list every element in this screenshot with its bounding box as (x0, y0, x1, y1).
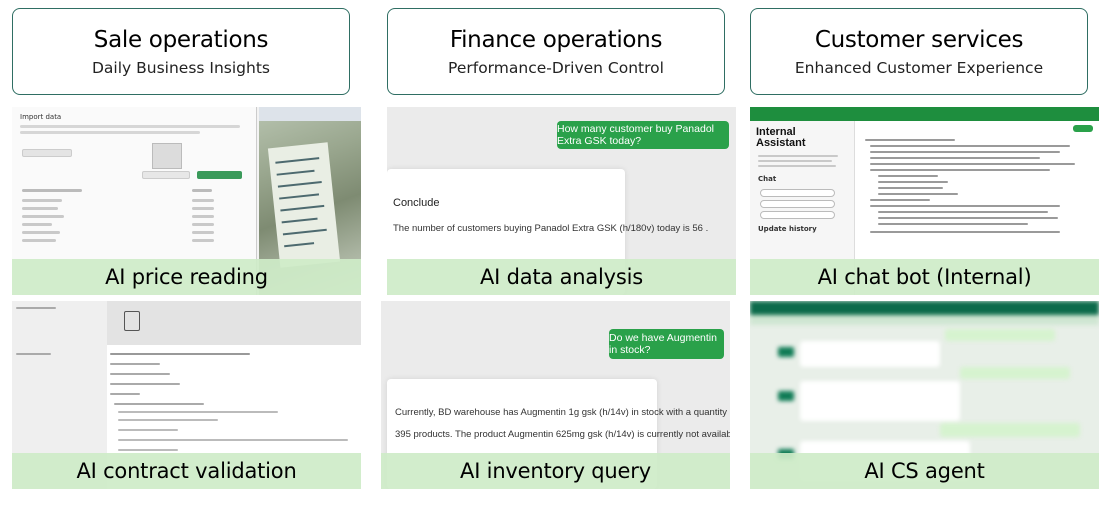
tile-caption: AI contract validation (12, 453, 361, 489)
new-chat-pill (760, 189, 835, 197)
header-customer-services: Customer services Enhanced Customer Expe… (750, 8, 1088, 95)
upload-row (107, 301, 361, 345)
chat-history-pill (760, 200, 835, 208)
header-button (1073, 125, 1093, 132)
header-subtitle: Daily Business Insights (91, 58, 270, 77)
header-subtitle: Enhanced Customer Experience (794, 58, 1044, 77)
tile-caption: AI price reading (12, 259, 361, 295)
tile-caption: AI data analysis (387, 259, 736, 295)
search-pill (760, 211, 835, 219)
handwritten-paper (267, 142, 341, 268)
tile-ai-data-analysis[interactable]: How many customer buy Panadol Extra GSK … (387, 107, 736, 295)
header-subtitle: Performance-Driven Control (448, 58, 664, 77)
tile-caption: AI chat bot (Internal) (750, 259, 1099, 295)
tile-caption: AI inventory query (381, 453, 730, 489)
tile-ai-chat-bot-internal[interactable]: Internal Assistant Chat Update history A… (750, 107, 1099, 295)
chat-label: Chat (758, 175, 777, 183)
browser-bar (750, 107, 1099, 121)
header-title: Finance operations (449, 26, 663, 53)
screen-title: Import data (20, 113, 62, 121)
tile-ai-inventory-query[interactable]: Do we have Augmentin in stock? Currently… (381, 301, 730, 489)
update-history-label: Update history (758, 225, 817, 233)
answer-text: The number of customers buying Panadol E… (393, 223, 709, 234)
answer-heading: Conclude (393, 197, 440, 209)
photo-viewer-titlebar (259, 107, 361, 121)
header-title: Sale operations (93, 26, 269, 53)
tile-caption: AI CS agent (750, 453, 1099, 489)
tile-ai-cs-agent[interactable]: AI CS agent (750, 301, 1099, 489)
answer-line-2: 395 products. The product Augmentin 625m… (395, 429, 730, 440)
tile-ai-contract-validation[interactable]: AI contract validation (12, 301, 361, 489)
header-sale-operations: Sale operations Daily Business Insights (12, 8, 350, 95)
user-question-bubble: Do we have Augmentin in stock? (609, 329, 724, 359)
import-button (197, 171, 242, 179)
header-finance-operations: Finance operations Performance-Driven Co… (387, 8, 725, 95)
answer-line-1: Currently, BD warehouse has Augmentin 1g… (395, 407, 730, 418)
assistant-title: Internal Assistant (756, 126, 806, 149)
document-icon (124, 311, 140, 331)
user-question-bubble: How many customer buy Panadol Extra GSK … (557, 121, 729, 149)
tile-ai-price-reading[interactable]: Import data AI price reading (12, 107, 361, 295)
header-title: Customer services (814, 26, 1024, 53)
image-preview (152, 143, 182, 169)
